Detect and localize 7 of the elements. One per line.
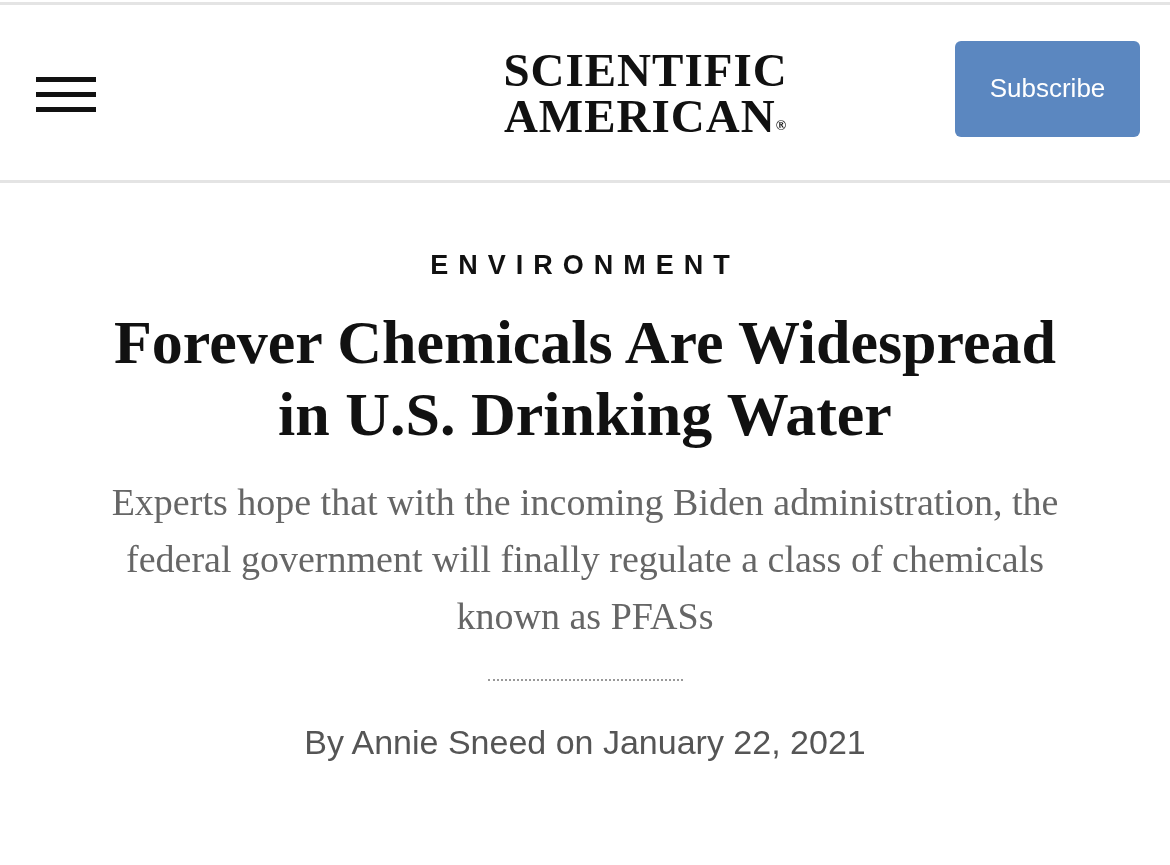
logo[interactable]: SCIENTIFIC AMERICAN®: [503, 46, 788, 139]
section-label[interactable]: ENVIRONMENT: [430, 245, 740, 286]
byline: By Annie Sneed on January 22, 2021: [304, 721, 866, 763]
subscribe-button[interactable]: Subscribe: [955, 40, 1140, 137]
menu-icon[interactable]: [36, 76, 96, 113]
article-title: Forever Chemicals Are Widespread in U.S. Drinking Water: [113, 306, 1057, 450]
article-subtitle: Experts hope that with the incoming Biden administration, the federal government will finally regulate a class of chemicals known as PFASs: [110, 479, 1060, 639]
